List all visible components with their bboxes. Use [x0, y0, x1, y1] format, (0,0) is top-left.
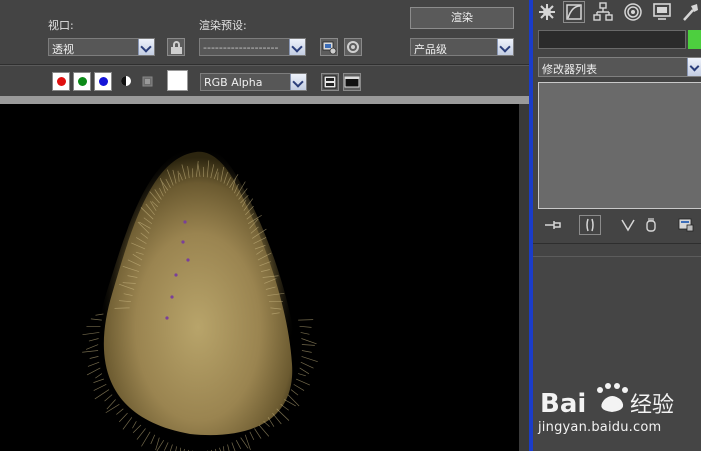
lock-icon[interactable]: [167, 38, 185, 56]
watermark-url: jingyan.baidu.com: [538, 420, 662, 435]
pin-stack-icon[interactable]: [542, 215, 564, 235]
furry-object-render: [82, 146, 318, 451]
render-preset-dropdown[interactable]: -------------------: [199, 38, 306, 56]
rendered-image: [0, 104, 519, 451]
chevron-down-icon: [497, 39, 513, 55]
modifier-list-label: 修改器列表: [542, 63, 597, 76]
modify-icon[interactable]: [563, 1, 585, 23]
monochrome-icon[interactable]: [142, 76, 153, 87]
red-dot-icon: [57, 77, 66, 86]
modifier-list-dropdown[interactable]: 修改器列表: [538, 57, 701, 77]
modifier-stack[interactable]: [538, 82, 701, 209]
red-channel-toggle[interactable]: [52, 72, 70, 91]
green-channel-toggle[interactable]: [73, 72, 91, 91]
remove-modifier-icon[interactable]: [640, 215, 662, 235]
channel-display-value: RGB Alpha: [204, 76, 263, 89]
baidu-logo: Bai 经验: [540, 383, 674, 419]
chevron-down-icon: [138, 39, 154, 55]
utilities-icon[interactable]: [679, 1, 701, 23]
baidu-jingyan-watermark: Bai 经验 jingyan.baidu.com: [538, 378, 698, 444]
toggle-ui-icon[interactable]: [343, 73, 361, 91]
vertical-scrollbar[interactable]: [519, 104, 529, 451]
object-name-field[interactable]: [538, 30, 686, 49]
svg-text:经验: 经验: [630, 393, 674, 418]
configure-modifier-sets-icon[interactable]: [675, 215, 697, 235]
environment-effects-icon[interactable]: [344, 38, 362, 56]
chevron-down-icon: [289, 39, 305, 55]
toggle-ui-overlay-icon[interactable]: [321, 73, 339, 91]
render-button[interactable]: 渲染: [410, 7, 514, 29]
viewport-value: 透视: [52, 43, 74, 56]
viewport-label: 视口:: [48, 19, 74, 32]
svg-text:Bai: Bai: [540, 389, 586, 419]
display-icon[interactable]: [651, 1, 673, 23]
alpha-channel-icon[interactable]: [120, 75, 132, 87]
blue-channel-toggle[interactable]: [94, 72, 112, 91]
create-icon[interactable]: [536, 1, 558, 23]
render-setup-icon[interactable]: [320, 38, 338, 56]
make-unique-icon[interactable]: [617, 215, 639, 235]
channel-display-dropdown[interactable]: RGB Alpha: [200, 73, 307, 91]
hierarchy-icon[interactable]: [592, 1, 614, 23]
quality-value: 产品级: [414, 43, 447, 56]
viewport-dropdown[interactable]: 透视: [48, 38, 155, 56]
green-dot-icon: [78, 77, 87, 86]
chevron-down-icon: [290, 74, 306, 90]
object-color-swatch[interactable]: [688, 30, 701, 49]
chevron-down-icon: [687, 58, 701, 76]
quality-dropdown[interactable]: 产品级: [410, 38, 514, 56]
show-end-result-icon[interactable]: [579, 215, 601, 235]
blue-dot-icon: [99, 77, 108, 86]
motion-icon[interactable]: [622, 1, 644, 23]
render-preset-label: 渲染预设:: [199, 19, 247, 32]
render-preset-value: -------------------: [203, 41, 279, 54]
color-swatch[interactable]: [167, 70, 188, 91]
render-frame-window: 视口: 透视 渲染预设: ------------------- 渲染 产品级: [0, 0, 529, 451]
